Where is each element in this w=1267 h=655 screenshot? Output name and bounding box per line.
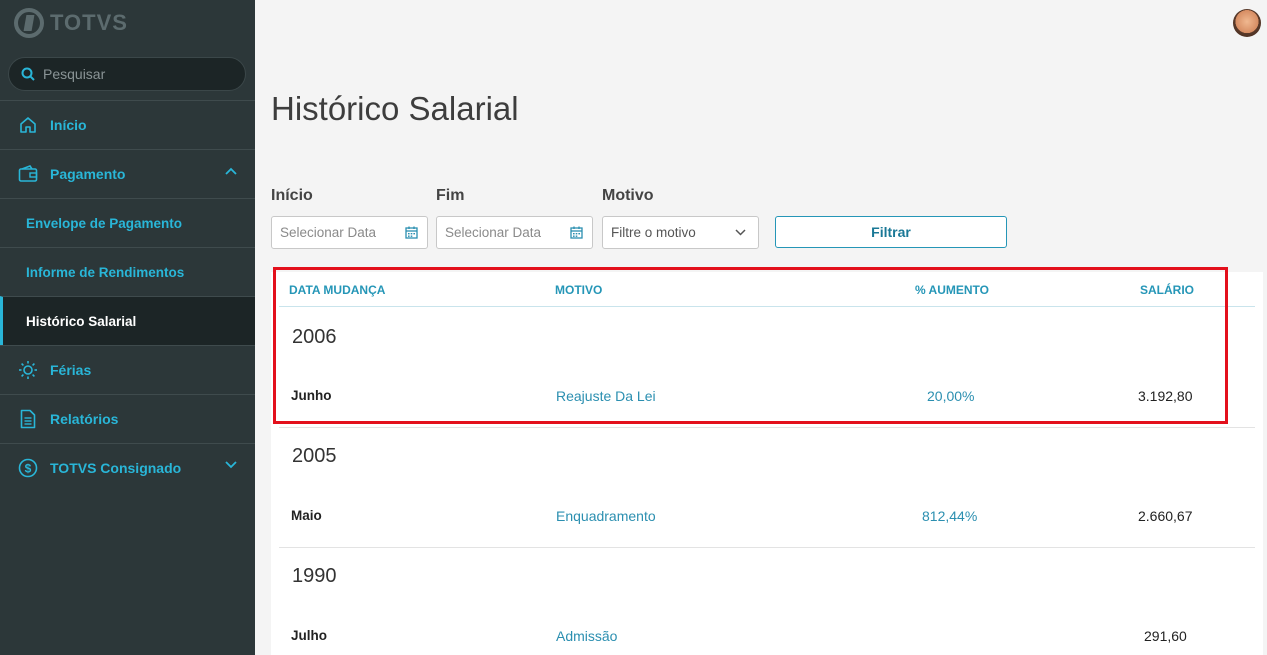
calendar-icon[interactable] bbox=[570, 226, 583, 239]
totvs-logo[interactable]: TOTVS bbox=[14, 8, 128, 38]
row-aumento: 20,00% bbox=[927, 388, 975, 404]
end-date-field[interactable] bbox=[436, 216, 593, 249]
column-header-aumento[interactable]: % AUMENTO bbox=[915, 283, 989, 297]
end-date-input[interactable] bbox=[445, 225, 563, 240]
column-header-motivo[interactable]: MOTIVO bbox=[555, 283, 602, 297]
sidebar-item-label: Início bbox=[50, 117, 87, 133]
chevron-down-icon bbox=[735, 229, 746, 236]
row-month: Maio bbox=[291, 508, 322, 523]
motivo-select[interactable]: Filtre o motivo bbox=[602, 216, 759, 249]
row-divider bbox=[279, 427, 1255, 428]
calendar-icon[interactable] bbox=[405, 226, 418, 239]
chevron-up-icon bbox=[225, 167, 237, 175]
sidebar-item-historico-salarial[interactable]: Histórico Salarial bbox=[0, 296, 255, 345]
page-title: Histórico Salarial bbox=[271, 90, 519, 127]
sidebar-item-label: Férias bbox=[50, 362, 92, 378]
row-month: Julho bbox=[291, 628, 327, 643]
start-date-input[interactable] bbox=[280, 225, 398, 240]
row-month: Junho bbox=[291, 388, 332, 403]
row-divider bbox=[279, 547, 1255, 548]
row-salario: 3.192,80 bbox=[1138, 388, 1193, 404]
sidebar-item-envelope-pagamento[interactable]: Envelope de Pagamento bbox=[0, 198, 255, 247]
row-motivo-link[interactable]: Enquadramento bbox=[556, 508, 656, 524]
row-motivo-link[interactable]: Reajuste Da Lei bbox=[556, 388, 656, 404]
column-header-salario[interactable]: SALÁRIO bbox=[1140, 283, 1194, 297]
sidebar-item-label: Histórico Salarial bbox=[26, 313, 137, 329]
motivo-label: Motivo bbox=[602, 187, 654, 204]
svg-text:$: $ bbox=[25, 462, 32, 476]
year-group-heading: 2005 bbox=[292, 445, 337, 467]
brand-name: TOTVS bbox=[50, 10, 128, 35]
home-icon bbox=[18, 115, 38, 135]
filter-button[interactable]: Filtrar bbox=[775, 216, 1007, 248]
sun-icon bbox=[18, 360, 38, 380]
sidebar-item-label: TOTVS Consignado bbox=[50, 460, 182, 476]
totvs-logo-icon bbox=[14, 8, 44, 38]
table-header: DATA MUDANÇA MOTIVO % AUMENTO SALÁRIO bbox=[279, 272, 1255, 307]
search-icon bbox=[21, 67, 35, 81]
row-salario: 291,60 bbox=[1144, 628, 1187, 644]
sidebar-item-label: Informe de Rendimentos bbox=[26, 264, 185, 280]
sidebar-item-relatorios[interactable]: Relatórios bbox=[0, 394, 255, 443]
row-motivo-link[interactable]: Admissão bbox=[556, 628, 617, 644]
search-input[interactable] bbox=[43, 66, 223, 82]
wallet-icon bbox=[18, 164, 38, 184]
row-aumento: 812,44% bbox=[922, 508, 978, 524]
sidebar-item-ferias[interactable]: Férias bbox=[0, 345, 255, 394]
sidebar-item-label: Envelope de Pagamento bbox=[26, 215, 183, 231]
sidebar-item-totvs-consignado[interactable]: $ TOTVS Consignado bbox=[0, 443, 255, 492]
document-icon bbox=[18, 409, 38, 429]
end-date-label: Fim bbox=[436, 187, 465, 204]
sidebar-item-label: Pagamento bbox=[50, 166, 126, 182]
start-date-label: Início bbox=[271, 187, 313, 204]
start-date-field[interactable] bbox=[271, 216, 428, 249]
motivo-select-value: Filtre o motivo bbox=[611, 225, 696, 240]
sidebar-item-informe-rendimentos[interactable]: Informe de Rendimentos bbox=[0, 247, 255, 296]
sidebar-item-inicio[interactable]: Início bbox=[0, 100, 255, 149]
salary-history-table: DATA MUDANÇA MOTIVO % AUMENTO SALÁRIO 20… bbox=[271, 272, 1263, 655]
year-group-heading: 1990 bbox=[292, 565, 337, 587]
user-avatar[interactable] bbox=[1233, 9, 1261, 37]
row-salario: 2.660,67 bbox=[1138, 508, 1193, 524]
sidebar-item-pagamento[interactable]: Pagamento bbox=[0, 149, 255, 198]
column-header-data-mudanca[interactable]: DATA MUDANÇA bbox=[289, 283, 385, 297]
sidebar-item-label: Relatórios bbox=[50, 411, 119, 427]
year-group-heading: 2006 bbox=[292, 326, 337, 348]
chevron-down-icon bbox=[225, 461, 237, 469]
sidebar-nav: Início Pagamento Envelope de Pagamento I… bbox=[0, 100, 255, 492]
sidebar: TOTVS Início Pagamento Envelope de Pagam… bbox=[0, 0, 255, 655]
dollar-circle-icon: $ bbox=[18, 458, 38, 478]
search-box[interactable] bbox=[8, 57, 246, 91]
